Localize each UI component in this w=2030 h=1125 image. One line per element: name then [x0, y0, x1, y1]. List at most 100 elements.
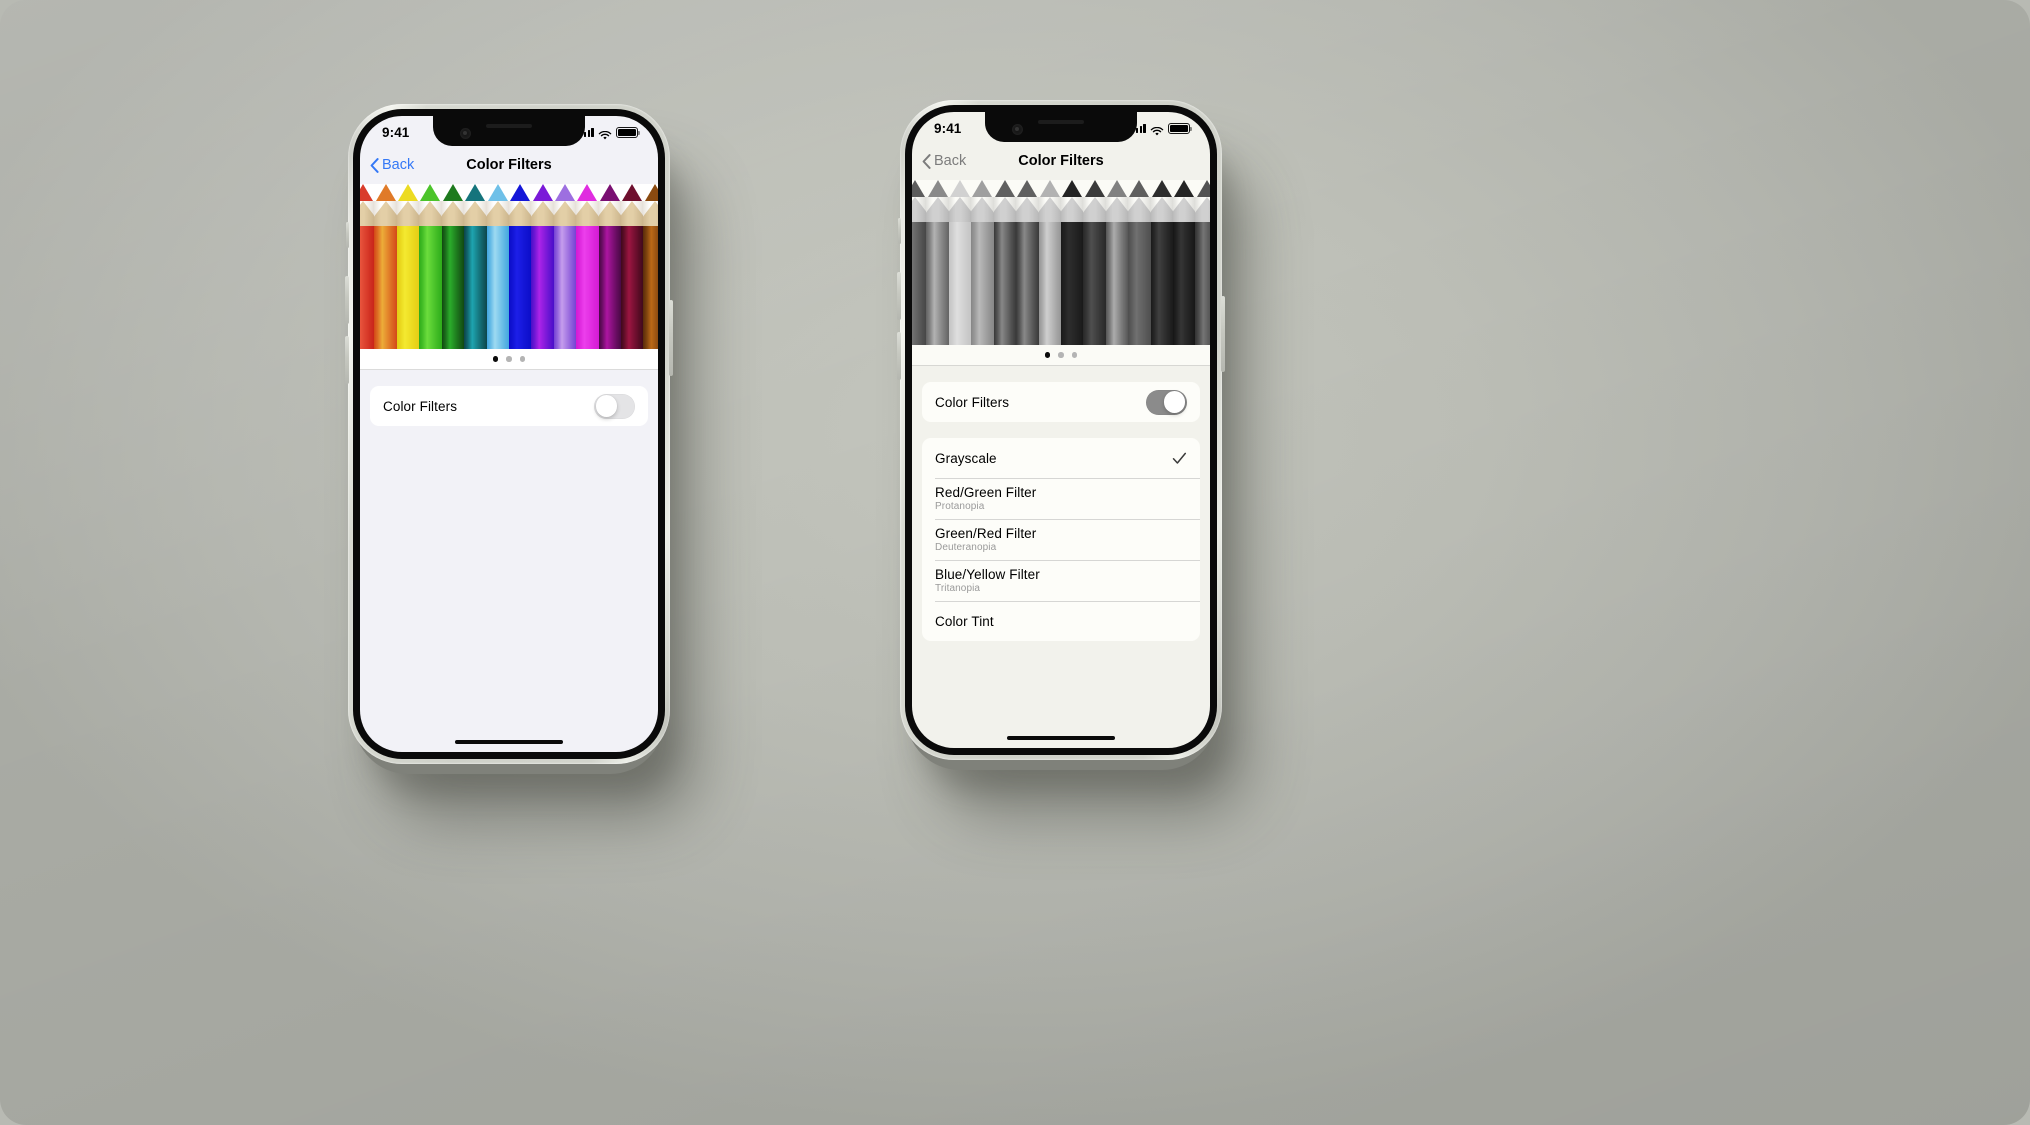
pencil-body — [1128, 222, 1151, 345]
pencil-body — [360, 226, 375, 349]
pencil-tip — [419, 184, 441, 201]
page-dots-left[interactable] — [360, 349, 658, 370]
pencil-wood — [374, 201, 397, 226]
chevron-left-icon — [370, 157, 379, 173]
pencil-6 — [1016, 180, 1039, 345]
pencil-10 — [1105, 180, 1129, 345]
pencil-wood — [926, 197, 949, 222]
earpiece-speaker-icon — [486, 124, 532, 128]
pencil-13 — [1173, 180, 1196, 345]
pencil-11 — [576, 184, 599, 349]
pencil-body — [531, 226, 554, 349]
pencil-tip — [1128, 180, 1150, 197]
pencil-body — [1195, 222, 1210, 345]
toggle-knob — [595, 395, 618, 417]
filter-option-row[interactable]: Grayscale — [922, 438, 1200, 478]
pencil-tip — [926, 180, 948, 197]
color-filters-toggle-row-left[interactable]: Color Filters — [370, 386, 648, 426]
wifi-icon — [598, 128, 612, 140]
screen-right: 9:41 Back Color Filters Color Filters Gr… — [912, 112, 1210, 748]
color-filters-toggle-left[interactable] — [594, 393, 635, 419]
pencil-6 — [464, 184, 487, 349]
pencil-wood — [1150, 197, 1174, 222]
pencil-body — [1016, 222, 1039, 345]
silence-switch-right[interactable] — [898, 218, 901, 244]
pencil-10 — [553, 184, 577, 349]
page-dots-right[interactable] — [912, 345, 1210, 366]
volume-up-button-left[interactable] — [345, 276, 349, 324]
page-dot-1[interactable] — [1044, 352, 1051, 358]
page-dot-2[interactable] — [1058, 352, 1064, 358]
pencil-wood — [643, 201, 658, 226]
pencil-tip — [971, 180, 993, 197]
pencil-3 — [948, 180, 972, 345]
filter-option-row[interactable]: Blue/Yellow Filter Tritanopia — [922, 560, 1200, 601]
pencil-tip — [1195, 180, 1210, 197]
phone-device-right: 9:41 Back Color Filters Color Filters Gr… — [897, 100, 1225, 770]
color-pencils-preview — [360, 184, 658, 349]
home-indicator-right[interactable] — [1007, 735, 1115, 740]
filter-option-label: Green/Red Filter — [935, 526, 1037, 541]
pencil-tip — [949, 180, 971, 197]
pencil-1 — [360, 184, 375, 349]
filter-option-row[interactable]: Green/Red Filter Deuteranopia — [922, 519, 1200, 560]
pencil-tip — [397, 184, 419, 201]
pencil-body — [464, 226, 487, 349]
pencil-12 — [1150, 180, 1174, 345]
pencil-2 — [926, 180, 949, 345]
pencil-7 — [1038, 180, 1061, 345]
power-button-right[interactable] — [1221, 296, 1225, 372]
back-button-right[interactable]: Back — [912, 153, 966, 169]
volume-up-button-right[interactable] — [897, 272, 901, 320]
pencil-tip — [599, 184, 621, 201]
filter-option-text: Grayscale — [935, 444, 997, 473]
pencil-body — [1173, 222, 1196, 345]
pencil-11 — [1128, 180, 1151, 345]
filter-options-card: Grayscale Red/Green Filter Protanopia Green… — [922, 438, 1200, 641]
page-dot-3[interactable] — [1071, 352, 1078, 358]
pencil-wood — [1128, 197, 1151, 222]
pencil-13 — [621, 184, 644, 349]
wifi-icon — [1150, 124, 1164, 136]
nav-bar-right: Back Color Filters — [912, 142, 1210, 180]
silence-switch-left[interactable] — [346, 222, 349, 248]
pencil-wood — [1105, 197, 1129, 222]
pencil-wood — [598, 201, 622, 226]
pencil-14 — [1195, 180, 1210, 345]
filter-option-text: Green/Red Filter Deuteranopia — [935, 519, 1036, 560]
page-dot-3[interactable] — [519, 356, 526, 362]
filter-option-sublabel: Deuteranopia — [935, 542, 997, 553]
pencil-body — [643, 226, 658, 349]
home-indicator-left[interactable] — [455, 739, 563, 744]
pencil-tip — [1151, 180, 1173, 197]
settings-content-right: Color Filters Grayscale Red/Green Filter P… — [912, 382, 1210, 641]
page-dot-2[interactable] — [506, 356, 512, 362]
pencil-1 — [912, 180, 927, 345]
back-button-left[interactable]: Back — [360, 157, 414, 173]
filter-option-row[interactable]: Color Tint — [922, 601, 1200, 641]
filter-option-text: Blue/Yellow Filter Tritanopia — [935, 560, 1040, 601]
volume-down-button-left[interactable] — [345, 336, 349, 384]
pencil-wood — [1038, 197, 1061, 222]
filter-option-row[interactable]: Red/Green Filter Protanopia — [922, 478, 1200, 519]
pencils-strip-right — [912, 180, 1210, 345]
nav-bar-left: Back Color Filters — [360, 146, 658, 184]
pencil-wood — [621, 201, 644, 226]
pencil-tip — [1173, 180, 1195, 197]
color-filters-toggle-label: Color Filters — [935, 394, 1010, 410]
toggle-knob — [1163, 391, 1186, 413]
volume-down-button-right[interactable] — [897, 332, 901, 380]
filter-option-text: Color Tint — [935, 607, 994, 636]
pencil-4 — [419, 184, 442, 349]
pencil-wood — [971, 197, 994, 222]
page-dot-1[interactable] — [492, 356, 499, 362]
color-filters-toggle-row-right[interactable]: Color Filters — [922, 382, 1200, 422]
pencil-body — [912, 222, 927, 345]
pencil-body — [508, 226, 532, 349]
battery-full-icon — [616, 127, 640, 138]
power-button-left[interactable] — [669, 300, 673, 376]
pencil-wood — [1016, 197, 1039, 222]
color-filters-toggle-right[interactable] — [1146, 389, 1187, 415]
pencil-tip — [621, 184, 643, 201]
pencil-12 — [598, 184, 622, 349]
